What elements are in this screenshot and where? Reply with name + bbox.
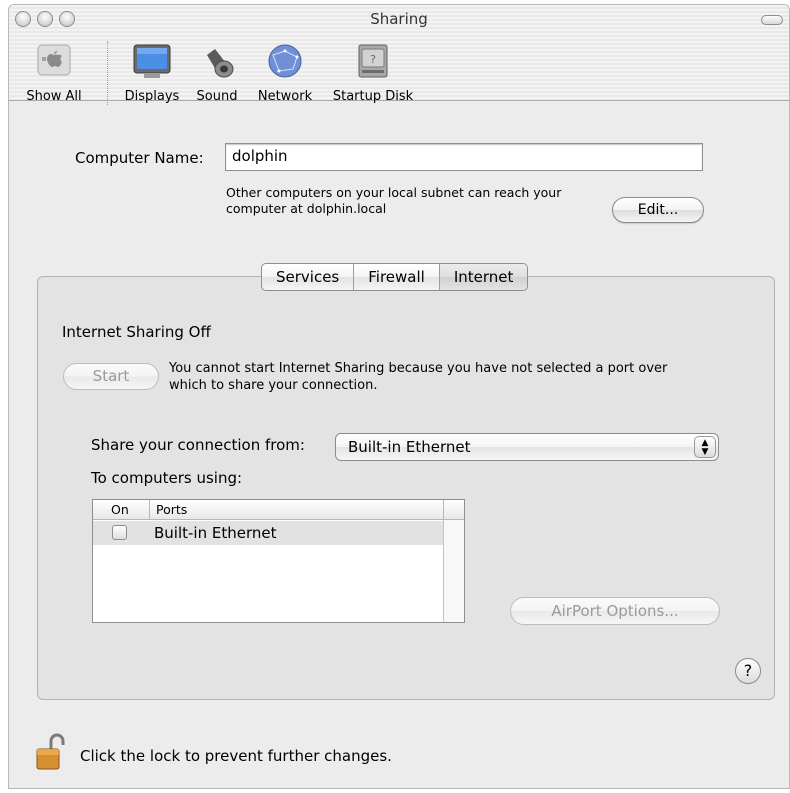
svg-text:?: ? (370, 53, 376, 66)
local-address-line: Other computers on your local subnet can… (226, 185, 562, 200)
start-disabled-message: You cannot start Internet Sharing becaus… (169, 360, 667, 394)
table-row[interactable]: Built-in Ethernet (93, 521, 443, 545)
lock-message: Click the lock to prevent further change… (80, 747, 392, 765)
ports-table: On Ports Built-in Ethernet (92, 499, 465, 623)
table-header: On Ports (93, 500, 464, 520)
message-line: which to share your connection. (169, 378, 378, 393)
tab-bar: Services Firewall Internet (261, 263, 529, 291)
share-from-value: Built-in Ethernet (348, 438, 471, 456)
toolbar-label: Show All (26, 89, 82, 104)
start-button[interactable]: Start (63, 363, 159, 390)
toolbar-label: Network (257, 89, 313, 104)
toolbar-show-all[interactable]: Show All (13, 41, 95, 104)
toolbar-label: Sound (196, 89, 238, 104)
tab-internet[interactable]: Internet (439, 264, 528, 290)
popup-arrows-icon: ▲ ▼ (694, 436, 716, 458)
window-title: Sharing (370, 10, 428, 28)
tab-firewall[interactable]: Firewall (354, 264, 440, 290)
airport-options-button[interactable]: AirPort Options... (510, 597, 720, 625)
toolbar-label: Displays (124, 89, 180, 104)
toolbar-separator (107, 41, 108, 105)
globe-icon (265, 41, 305, 81)
port-on-checkbox[interactable] (112, 525, 127, 540)
computer-name-value: dolphin (232, 147, 288, 165)
title-toolbar: Sharing Show All Displays Sound Network … (9, 5, 789, 105)
hard-disk-icon: ? (353, 41, 393, 81)
column-divider (443, 500, 444, 520)
speaker-icon (197, 41, 237, 81)
to-computers-label: To computers using: (91, 469, 243, 487)
table-scrollbar[interactable] (443, 520, 464, 622)
tab-services[interactable]: Services (262, 264, 355, 290)
column-header-on[interactable]: On (111, 502, 129, 517)
local-address-line: computer at dolphin.local (226, 201, 387, 216)
computer-name-field[interactable]: dolphin (225, 143, 703, 171)
message-line: You cannot start Internet Sharing becaus… (169, 361, 668, 376)
display-icon (132, 41, 172, 81)
column-divider (149, 500, 150, 520)
help-button[interactable]: ? (735, 658, 761, 684)
edit-button[interactable]: Edit... (612, 197, 704, 223)
apple-grid-icon (34, 41, 74, 81)
sharing-window: Sharing Show All Displays Sound Network … (8, 4, 790, 789)
share-from-popup[interactable]: Built-in Ethernet ▲ ▼ (335, 433, 719, 461)
toolbar-label: Startup Disk (332, 89, 414, 104)
toolbar-toggle-button[interactable] (761, 15, 783, 25)
lock-icon[interactable] (35, 733, 71, 773)
sharing-status: Internet Sharing Off (62, 323, 211, 341)
port-name: Built-in Ethernet (154, 524, 277, 542)
share-from-label: Share your connection from: (91, 436, 305, 454)
toolbar-displays[interactable]: Displays (119, 41, 185, 104)
column-header-ports[interactable]: Ports (156, 502, 187, 517)
toolbar-sound[interactable]: Sound (191, 41, 243, 104)
computer-name-label: Computer Name: (75, 149, 204, 167)
toolbar-network[interactable]: Network (249, 41, 321, 104)
local-address-info: Other computers on your local subnet can… (226, 185, 561, 217)
toolbar-startup-disk[interactable]: ? Startup Disk (327, 41, 419, 104)
